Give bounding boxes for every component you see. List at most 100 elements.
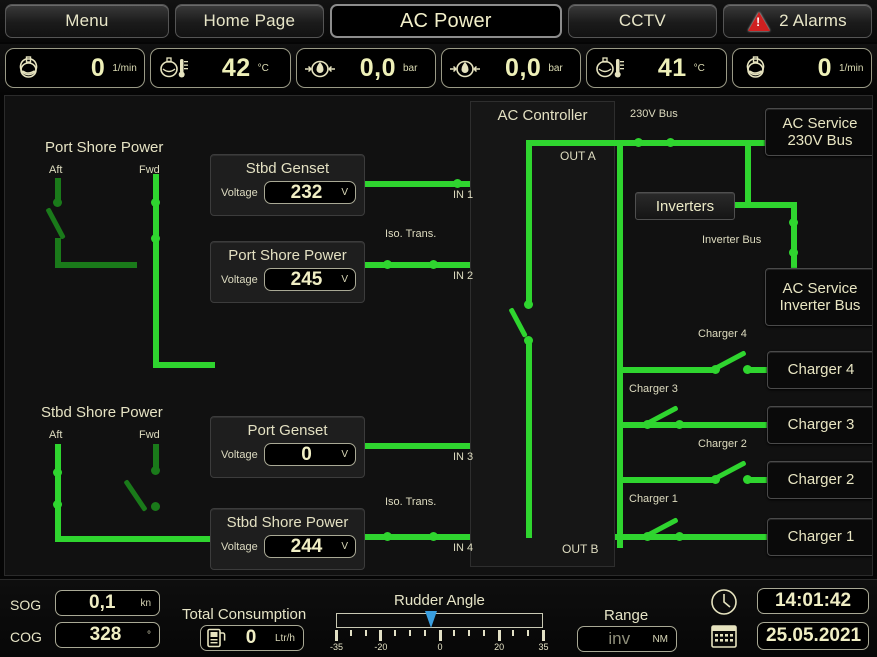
range-unit: NM: [652, 634, 668, 645]
oil-pressure-icon: [448, 53, 482, 83]
wire-charger-2-to-button: [749, 477, 769, 483]
node-230v-bus-b: [666, 138, 675, 147]
label-inverter-bus: Inverter Bus: [702, 234, 761, 246]
button-ac-service-inverter-bus[interactable]: AC Service Inverter Bus: [765, 268, 873, 326]
wire-aft-bottom-vertical: [55, 444, 61, 542]
label-aft-bottom: Aft: [49, 429, 62, 441]
panel-stbd-shore-power-voltage-box[interactable]: 244 V: [264, 535, 356, 558]
panel-stbd-shore-power[interactable]: Stbd Shore Power Voltage 244 V: [210, 508, 365, 570]
panel-port-genset-title: Port Genset: [211, 417, 364, 439]
gauge-temperature-stbd[interactable]: 41 °C: [586, 48, 726, 88]
button-charger-3[interactable]: Charger 3: [767, 406, 873, 444]
panel-port-genset-voltage-value: 0: [272, 444, 342, 466]
ac-power-single-line-diagram: Port Shore Power Aft Fwd Stbd Genset Vol…: [4, 95, 873, 576]
button-inverters[interactable]: Inverters: [635, 192, 735, 220]
label-in-4: IN 4: [453, 542, 473, 554]
switch-fwd-bottom-open[interactable]: [123, 479, 147, 512]
gauge-oil-pressure-stbd[interactable]: 0,0 bar: [441, 48, 581, 88]
nav-button-home-page[interactable]: Home Page: [175, 4, 324, 38]
node-in1-b: [453, 179, 462, 188]
warning-triangle-icon: [748, 12, 770, 31]
panel-stbd-shore-power-voltage-label: Voltage: [221, 541, 258, 553]
gauge-oil-pressure-port[interactable]: 0,0 bar: [296, 48, 436, 88]
temperature-icon: [157, 53, 191, 83]
value-date[interactable]: 25.05.2021: [757, 622, 869, 650]
rudder-tick: [409, 630, 411, 636]
panel-port-shore-power-voltage-label: Voltage: [221, 274, 258, 286]
oil-pressure-icon: [303, 53, 337, 83]
nav-button-ac-power[interactable]: AC Power: [330, 4, 562, 38]
charger-3-label: Charger 3: [788, 416, 855, 433]
value-cog[interactable]: 328 °: [55, 622, 160, 648]
gauge-rpm-port-value: 0: [50, 54, 105, 83]
switch-charger-2-open[interactable]: [714, 460, 746, 480]
label-out-b: OUT B: [562, 542, 598, 556]
label-in-3: IN 3: [453, 451, 473, 463]
nav-button-menu-label: Menu: [65, 11, 108, 31]
panel-stbd-genset-voltage-box[interactable]: 232 V: [264, 181, 356, 204]
node-aft-top: [53, 198, 62, 207]
panel-port-shore-power-voltage-value: 245: [272, 269, 342, 291]
wire-inverter-bus-vertical: [791, 202, 797, 270]
nav-button-cctv[interactable]: CCTV: [568, 4, 717, 38]
top-navigation-bar: Menu Home Page AC Power CCTV 2 Alarms: [0, 0, 877, 42]
button-charger-2[interactable]: Charger 2: [767, 461, 873, 499]
value-sog[interactable]: 0,1 kn: [55, 590, 160, 616]
gauge-rpm-stbd[interactable]: 0 1/min: [732, 48, 872, 88]
rudder-tick: [512, 630, 514, 636]
button-ac-service-230v-bus[interactable]: AC Service 230V Bus: [765, 108, 873, 156]
node-controller-tie-top: [524, 300, 533, 309]
panel-stbd-genset-voltage-value: 232: [272, 182, 342, 204]
nav-button-alarms[interactable]: 2 Alarms: [723, 4, 872, 38]
label-in-1: IN 1: [453, 189, 473, 201]
time-value: 14:01:42: [766, 590, 860, 612]
gauge-rpm-port[interactable]: 0 1/min: [5, 48, 145, 88]
label-sog: SOG: [10, 597, 41, 613]
gauge-temperature-port[interactable]: 42 °C: [150, 48, 290, 88]
rudder-tick-label: 35: [535, 642, 552, 652]
gauge-temperature-stbd-unit: °C: [691, 63, 718, 74]
sog-unit: kn: [140, 598, 151, 609]
wire-charger-rail: [617, 140, 623, 548]
nav-button-menu[interactable]: Menu: [5, 4, 169, 38]
date-value: 25.05.2021: [766, 625, 861, 647]
wire-stbd-shore-feed: [55, 536, 217, 542]
node-iso-top-a: [383, 260, 392, 269]
node-inverter-bus-b: [789, 248, 798, 257]
label-charger-2-wire: Charger 2: [698, 438, 747, 450]
rudder-tick: [365, 630, 367, 636]
ac-service-inverter-line1: AC Service: [782, 280, 857, 297]
rudder-tick: [439, 630, 442, 641]
clock-icon: [709, 587, 739, 622]
rudder-tick: [468, 630, 470, 636]
gauge-oil-pressure-stbd-value: 0,0: [486, 54, 541, 83]
label-iso-trans-top: Iso. Trans.: [385, 228, 436, 240]
wire-port-shore-to-in2: [365, 262, 475, 268]
rpm-icon: [12, 53, 46, 83]
value-time[interactable]: 14:01:42: [757, 588, 869, 614]
wire-fwd-top-vertical: [153, 174, 159, 268]
panel-port-genset[interactable]: Port Genset Voltage 0 V: [210, 416, 365, 478]
panel-port-shore-power-voltage-box[interactable]: 245 V: [264, 268, 356, 291]
label-charger-4-wire: Charger 4: [698, 328, 747, 340]
button-charger-1[interactable]: Charger 1: [767, 518, 873, 556]
switch-charger-4-open[interactable]: [714, 350, 746, 370]
rudder-tick-label: -35: [328, 642, 345, 652]
wire-controller-bus-upper: [526, 140, 532, 306]
node-230v-bus-a: [634, 138, 643, 147]
cog-value: 328: [64, 624, 147, 646]
value-total-consumption[interactable]: 0 Ltr/h: [200, 625, 304, 651]
switch-aft-top-open[interactable]: [45, 207, 65, 239]
wire-230v-to-inverters: [745, 140, 751, 202]
wire-controller-bus-lower: [526, 342, 532, 538]
value-range[interactable]: inv NM: [577, 626, 677, 652]
panel-port-shore-power[interactable]: Port Shore Power Voltage 245 V: [210, 241, 365, 303]
button-charger-4[interactable]: Charger 4: [767, 351, 873, 389]
gauge-rpm-port-unit: 1/min: [109, 63, 136, 74]
panel-stbd-genset[interactable]: Stbd Genset Voltage 232 V: [210, 154, 365, 216]
label-charger-3-wire: Charger 3: [629, 383, 678, 395]
gauge-oil-pressure-port-value: 0,0: [341, 54, 396, 83]
rudder-tick: [498, 630, 501, 641]
panel-port-genset-voltage-box[interactable]: 0 V: [264, 443, 356, 466]
charger-4-label: Charger 4: [788, 361, 855, 378]
